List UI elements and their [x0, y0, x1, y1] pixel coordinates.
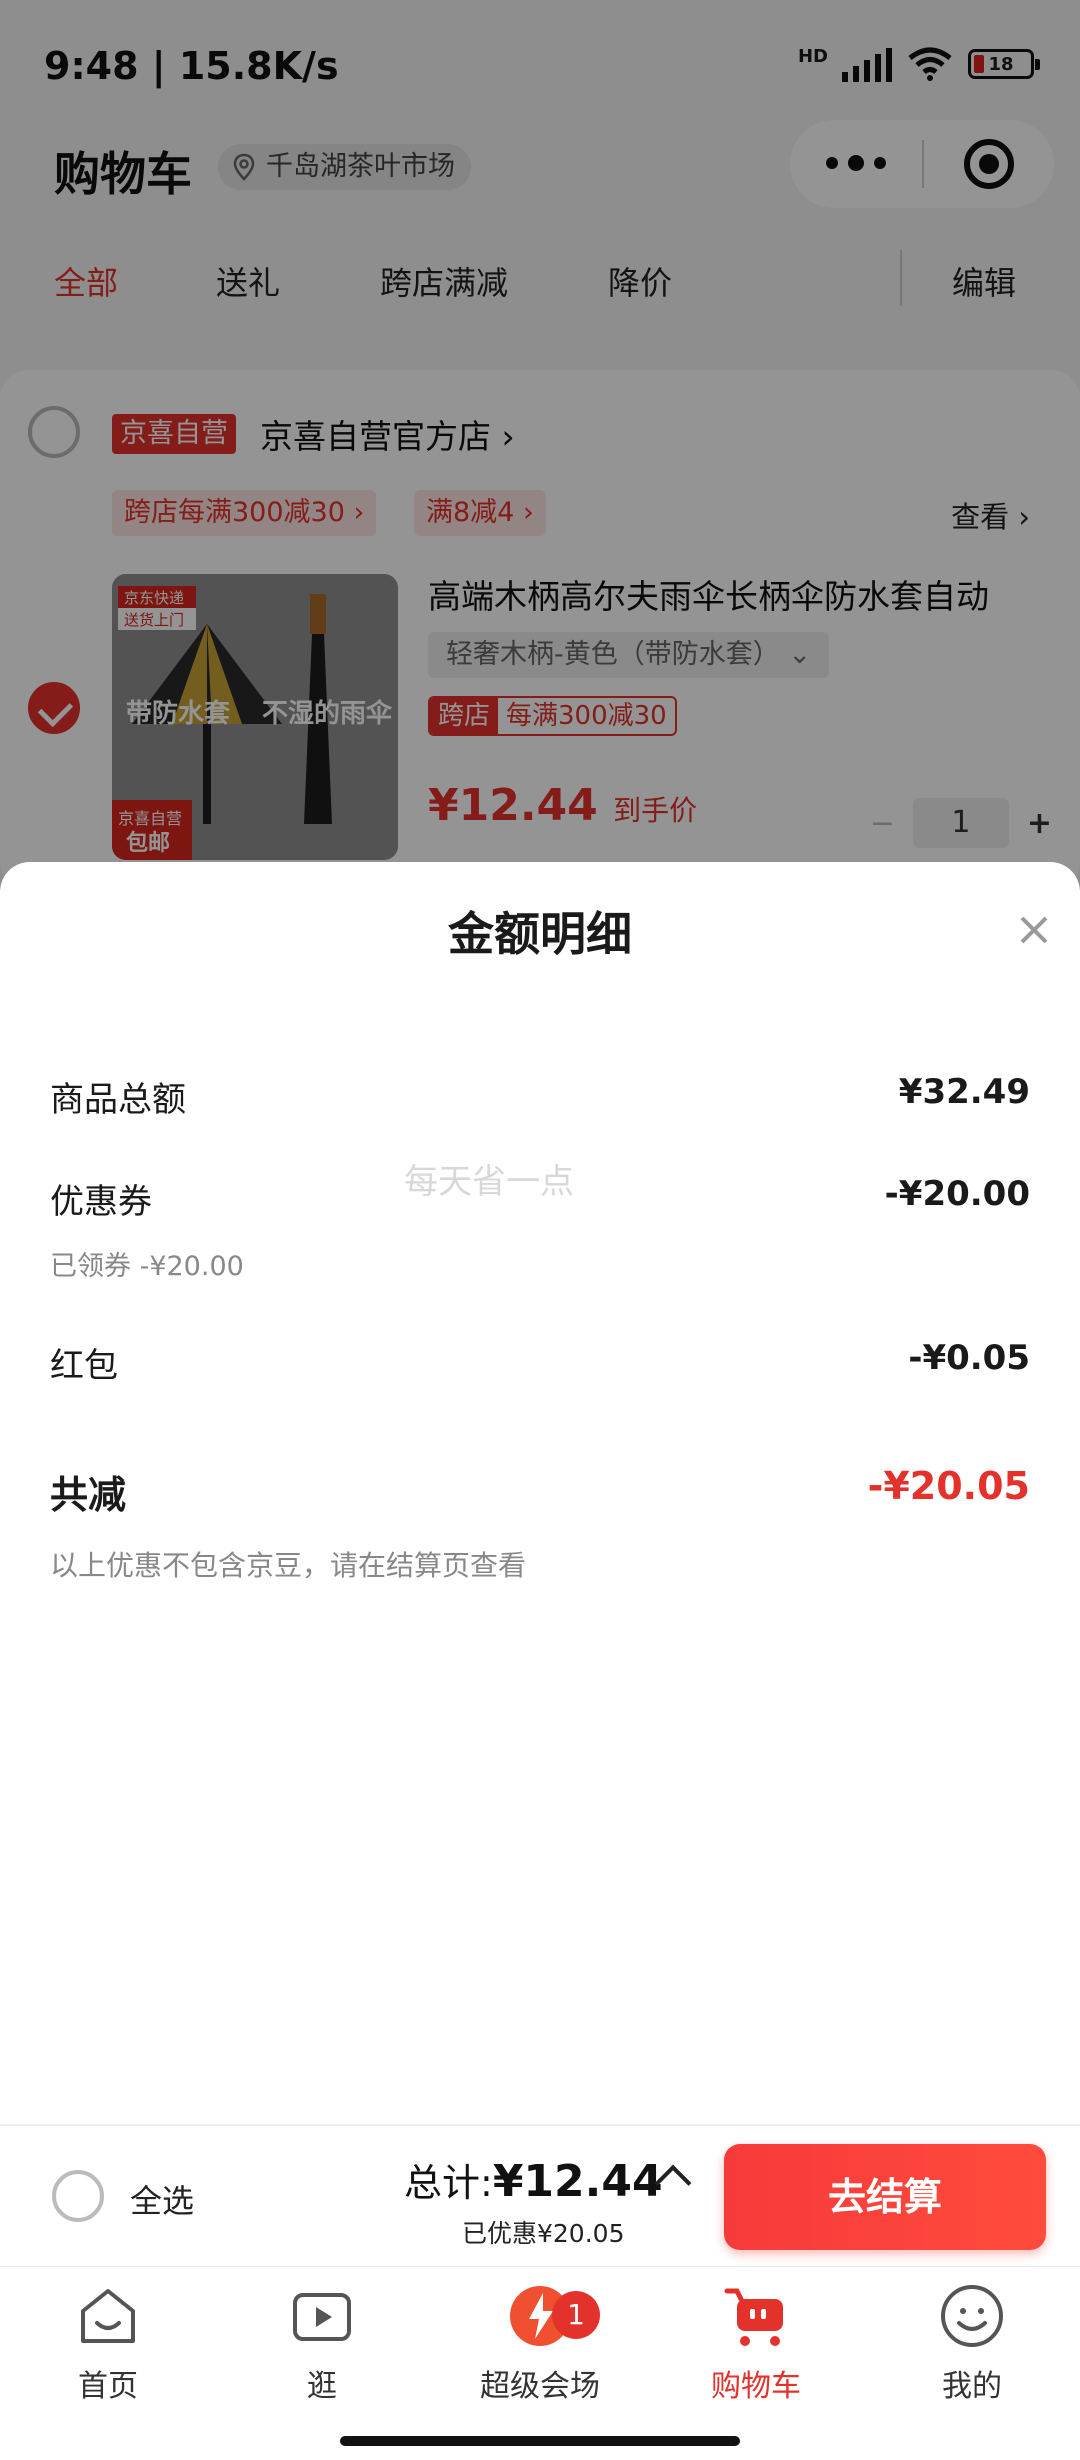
- redpack-label: 红包: [50, 1346, 118, 1386]
- total-price: 总计:¥12.44: [404, 2152, 663, 2207]
- cart-icon: [724, 2288, 783, 2346]
- checkout-button[interactable]: 去结算: [724, 2144, 1046, 2250]
- venue-badge: 1: [552, 2291, 600, 2339]
- select-all-label[interactable]: 全选: [130, 2176, 194, 2222]
- nav-super-venue[interactable]: 1 超级会场: [460, 2283, 620, 2405]
- nav-profile[interactable]: 我的: [892, 2283, 1052, 2405]
- total-value: ¥12.44: [492, 2156, 663, 2207]
- coupon-label: 优惠券: [50, 1182, 152, 1222]
- play-icon: [293, 2293, 351, 2341]
- nav-browse-label: 逛: [307, 2369, 337, 2404]
- home-indicator[interactable]: [340, 2436, 740, 2446]
- sheet-title: 金额明细: [448, 907, 632, 961]
- nav-home-label: 首页: [78, 2369, 138, 2404]
- total-prefix: 总计:: [404, 2161, 493, 2205]
- redpack-value: -¥0.05: [908, 1338, 1030, 1378]
- close-icon[interactable]: [1016, 912, 1052, 948]
- home-icon: [81, 2289, 135, 2343]
- select-all-checkbox[interactable]: [52, 2170, 104, 2222]
- nav-super-venue-label: 超级会场: [480, 2369, 600, 2404]
- coupon-value: -¥20.00: [884, 1174, 1030, 1214]
- nav-cart[interactable]: 购物车: [676, 2283, 836, 2405]
- profile-icon: [941, 2285, 1003, 2347]
- nav-browse[interactable]: 逛: [242, 2283, 402, 2405]
- total-discount-label: 共减: [50, 1473, 127, 1517]
- watermark-text: 每天省一点: [404, 1162, 574, 1202]
- checkout-bar: 全选 总计:¥12.44 已优惠¥20.05 去结算: [0, 2124, 1080, 2266]
- total-discount-value: -¥20.05: [867, 1464, 1030, 1508]
- nav-cart-label: 购物车: [711, 2369, 801, 2404]
- nav-home[interactable]: 首页: [28, 2283, 188, 2405]
- bottom-nav: 首页 逛 1 超级会场 购物车 我的: [0, 2266, 1080, 2416]
- goods-total-value: ¥32.49: [898, 1072, 1030, 1112]
- saved-amount: 已优惠¥20.05: [462, 2219, 625, 2248]
- nav-profile-label: 我的: [942, 2369, 1002, 2404]
- goods-total-label: 商品总额: [50, 1080, 186, 1120]
- discount-note: 以上优惠不包含京豆，请在结算页查看: [50, 1549, 527, 1582]
- coupon-sub: 已领券 -¥20.00: [50, 1251, 244, 1282]
